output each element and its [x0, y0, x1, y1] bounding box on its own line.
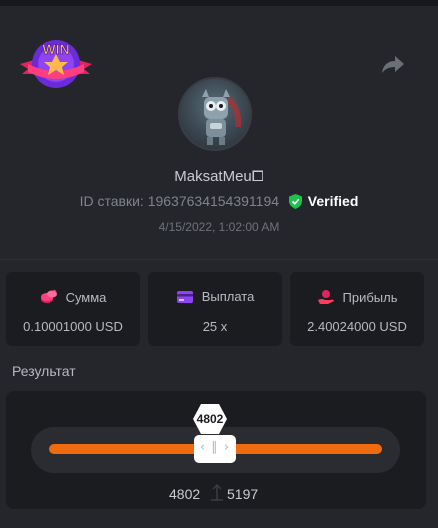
- card-icon: [176, 291, 193, 303]
- bet-id-line: ID ставки: 19637634154391194 Verified: [0, 193, 438, 209]
- stat-profit-value: 2.40024000 USD: [307, 319, 407, 334]
- win-badge-text: WIN: [42, 41, 69, 57]
- stat-payout-value: 25 x: [202, 319, 228, 334]
- avatar-image: [202, 89, 242, 145]
- slider-handle[interactable]: ‹ ∥ ›: [194, 435, 236, 463]
- stat-payout-label: Выплата: [201, 289, 255, 304]
- bet-details-card: WIN MaksatMeu⧠ ID ставки: 19637634154391…: [0, 6, 438, 528]
- stat-amount: Сумма 0.10001000 USD: [6, 272, 140, 346]
- stat-profit-label: Прибыль: [342, 290, 398, 305]
- stat-amount-value: 0.10001000 USD: [23, 319, 123, 334]
- range-high-value: 5197: [227, 486, 259, 502]
- roll-value: 4802: [196, 412, 224, 426]
- avatar: [178, 77, 252, 151]
- verified-shield-icon: [288, 194, 302, 209]
- section-divider: [0, 259, 438, 260]
- profit-hand-icon: [317, 290, 334, 304]
- stat-amount-label: Сумма: [65, 290, 107, 305]
- range-low-value: 4802: [169, 486, 201, 502]
- stat-payout: Выплата 25 x: [148, 272, 282, 346]
- up-arrow-icon: [211, 483, 223, 501]
- coins-icon: [40, 289, 57, 303]
- username: MaksatMeu⧠: [174, 168, 264, 185]
- slider-handle-grip-icon: ‹ ∥ ›: [199, 440, 231, 455]
- share-icon[interactable]: [380, 52, 406, 76]
- win-badge-icon: WIN: [20, 40, 92, 88]
- verified-label: Verified: [307, 193, 359, 209]
- stat-profit: Прибыль 2.40024000 USD: [290, 272, 424, 346]
- bet-id-value: 19637634154391194: [147, 193, 280, 209]
- bet-id-label: ID ставки:: [79, 193, 144, 209]
- result-panel: 4802 ‹ ∥ › 4802 5197: [6, 391, 426, 509]
- bet-timestamp: 4/15/2022, 1:02:00 AM: [158, 220, 280, 234]
- result-title: Результат: [12, 363, 76, 379]
